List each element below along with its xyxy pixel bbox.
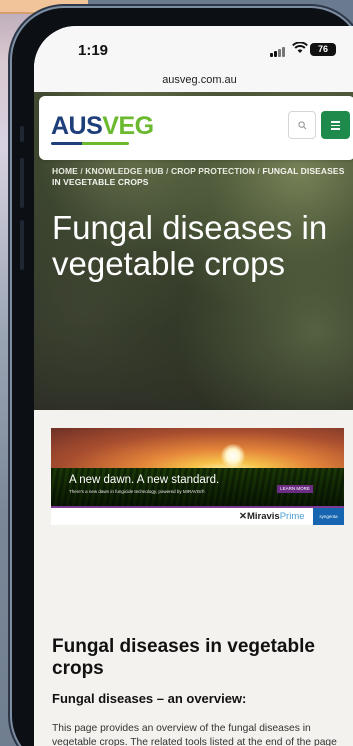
phone-screen: 1:19 76 ausveg.com.au HOME / KNOWLEDGE H… [34, 26, 353, 746]
breadcrumb-crop-protection[interactable]: CROP PROTECTION [171, 166, 255, 176]
page-title: Fungal diseases in vegetable crops [52, 209, 328, 282]
banner-ad[interactable]: A new dawn. A new standard. There's a ne… [51, 428, 344, 525]
breadcrumb-home[interactable]: HOME [52, 166, 78, 176]
signal-icon [270, 46, 288, 57]
battery-icon: 76 [310, 43, 336, 56]
wifi-icon [292, 41, 308, 57]
search-button[interactable] [288, 111, 316, 139]
phone-volume-down-button [20, 220, 24, 270]
phone-action-button [20, 126, 24, 142]
phone-volume-up-button [20, 158, 24, 208]
breadcrumb-knowledge-hub[interactable]: KNOWLEDGE HUB [85, 166, 163, 176]
hamburger-menu-icon [331, 121, 340, 123]
ad-stripe [51, 506, 344, 508]
ad-learn-more-button[interactable]: LEARN MORE [277, 485, 313, 493]
breadcrumb: HOME / KNOWLEDGE HUB / CROP PROTECTION /… [52, 166, 345, 187]
site-header: AUSVEG [39, 96, 353, 160]
search-icon [298, 121, 307, 130]
menu-button[interactable] [321, 111, 350, 139]
content-paragraph: This page provides an overview of the fu… [52, 723, 337, 746]
logo-underline [51, 142, 129, 145]
ad-brand-logo: ✕MiravisPrime [239, 511, 305, 522]
url-text: ausveg.com.au [162, 74, 237, 86]
content-subheading: Fungal diseases – an overview: [52, 691, 247, 706]
ad-sun-image [221, 444, 245, 468]
status-time: 1:19 [78, 42, 109, 59]
ad-headline: A new dawn. A new standard. [69, 474, 220, 486]
ad-sky-image [51, 428, 344, 473]
ad-brand-strip: ✕MiravisPrime syngenta [51, 508, 344, 525]
phone-frame: 1:19 76 ausveg.com.au HOME / KNOWLEDGE H… [12, 8, 353, 746]
ad-subline: There's a new dawn in fungicide technolo… [69, 489, 206, 494]
ad-sponsor-logo: syngenta [313, 508, 344, 525]
address-bar[interactable]: ausveg.com.au [34, 70, 353, 92]
content-heading: Fungal diseases in vegetable crops [52, 636, 315, 679]
status-bar: 1:19 76 [34, 26, 353, 70]
ausveg-logo[interactable]: AUSVEG [51, 112, 154, 141]
